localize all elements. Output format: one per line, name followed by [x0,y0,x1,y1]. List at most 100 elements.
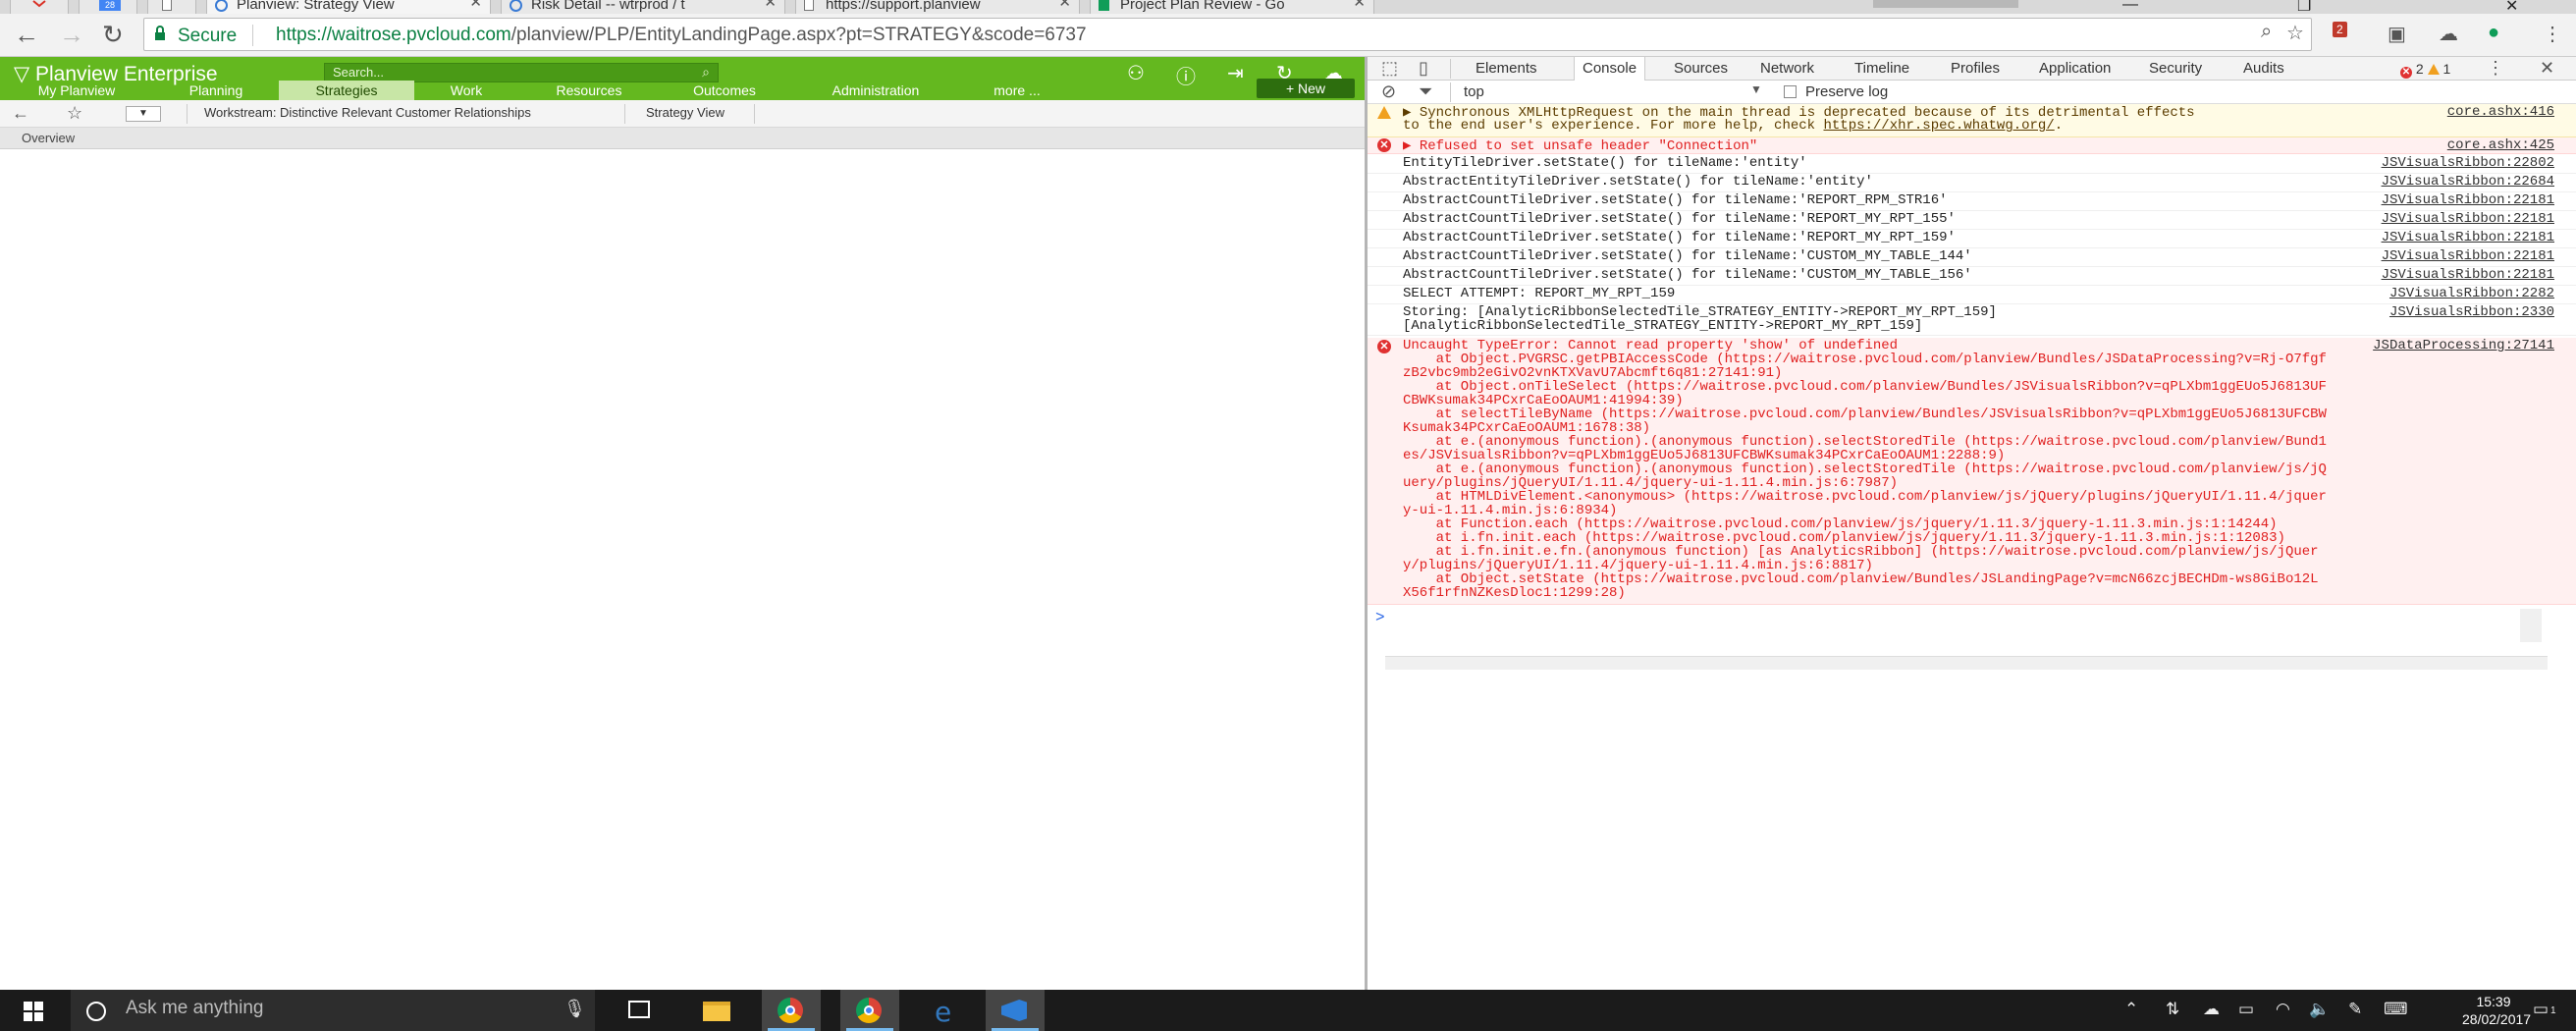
devtools-close-icon[interactable]: ✕ [2540,58,2554,79]
tab-network[interactable]: Network [1754,57,1820,81]
chrome-icon[interactable] [762,990,821,1031]
nav-my-planview[interactable]: My Planview [14,81,139,100]
url-text[interactable]: https://waitrose.pvcloud.com/planview/PL… [276,25,1087,46]
filter-icon[interactable]: ⏷ [1419,81,1432,102]
close-icon[interactable]: ✕ [1058,0,1071,10]
back-arrow-icon[interactable]: ← [12,103,29,124]
nav-more[interactable]: more ... [982,81,1052,100]
reload-icon[interactable]: ↻ [102,20,124,50]
omnibox[interactable]: Secure https://waitrose.pvcloud.com/plan… [143,18,2312,51]
search-input[interactable]: Search... ⌕ [324,63,719,82]
zoom-icon[interactable]: ⌕ [2261,21,2272,43]
message-source-link[interactable]: core.ashx:425 [2447,137,2554,153]
console-scrollbar[interactable] [2520,609,2542,642]
tab-project-plan[interactable]: Project Plan Review - Go ✕ [1090,0,1374,14]
chevron-down-icon[interactable]: ▼ [1750,82,1762,96]
battery-icon[interactable]: ▭ [2238,1000,2254,1019]
tab-console[interactable]: Console [1574,57,1646,81]
tab-profiles[interactable]: Profiles [1945,57,2006,81]
tab-audits[interactable]: Audits [2237,57,2290,81]
bookmark-star-icon[interactable]: ☆ [2286,21,2304,45]
show-hidden-icons-icon[interactable]: ⌃ [2124,1000,2138,1019]
clock[interactable]: 15:39 28/02/2017 [2462,993,2531,1028]
forward-icon[interactable]: → [59,20,84,50]
nav-administration[interactable]: Administration [817,81,935,100]
message-source-link[interactable]: JSVisualsRibbon:22181 [2382,267,2554,283]
file-explorer-icon[interactable] [687,990,746,1031]
message-source-link[interactable]: JSVisualsRibbon:22802 [2382,155,2554,171]
tab-planview-strategy[interactable]: Planview: Strategy View ✕ [206,0,491,14]
task-view-icon[interactable] [609,990,668,1031]
devtools-menu-icon[interactable]: ⋮ [2487,58,2504,79]
windows-taskbar: Ask me anything 🎙 e ⌃ ⇅ ☁ ▭ ◠ 🔈 ✎ ⌨ 15:3… [0,990,2576,1031]
tab-security[interactable]: Security [2143,57,2208,81]
new-button[interactable]: + New [1257,79,1355,98]
keyboard-icon[interactable]: ⌨ [2384,1000,2408,1019]
message-source-link[interactable]: JSVisualsRibbon:22181 [2382,230,2554,245]
tab-sources[interactable]: Sources [1668,57,1734,81]
omnibox-divider [252,25,253,46]
stack-line[interactable]: X56f1rfnNZKesDloc1:1299:28) [1403,585,1626,601]
tab-timeline[interactable]: Timeline [1849,57,1915,81]
extension-badge-icon[interactable]: 2 [2333,22,2347,37]
nav-outcomes[interactable]: Outcomes [673,81,776,100]
search-icon[interactable]: ⌕ [702,64,710,81]
message-source-link[interactable]: JSVisualsRibbon:2330 [2389,304,2554,320]
tab-elements[interactable]: Elements [1470,57,1543,81]
favorite-star-icon[interactable]: ☆ [67,103,82,124]
onedrive-icon[interactable]: ☁ [2203,1000,2220,1019]
message-source-link[interactable]: JSVisualsRibbon:22181 [2382,192,2554,208]
nav-work[interactable]: Work [432,81,501,100]
volume-icon[interactable]: 🔈 [2309,1000,2330,1019]
visual-studio-icon[interactable] [986,990,1045,1031]
clear-console-icon[interactable]: ⊘ [1381,81,1396,102]
profile-chip[interactable] [1873,0,2018,8]
chrome-canary-icon[interactable] [840,990,899,1031]
message-source-link[interactable]: JSVisualsRibbon:22684 [2382,174,2554,190]
message-source-link[interactable]: core.ashx:416 [2447,104,2554,120]
cloud-extension-icon[interactable]: ☁ [2439,22,2458,46]
minimize-icon[interactable]: — [2122,0,2138,14]
close-icon[interactable]: ✕ [1353,0,1366,10]
windows-start-icon[interactable] [24,1002,43,1021]
planview-header: ▽ Planview Enterprise Search... ⌕ ⚇ ⓘ ⇥ … [0,57,1365,100]
back-icon[interactable]: ← [14,20,39,50]
message-source-link[interactable]: JSVisualsRibbon:2282 [2389,286,2554,301]
tab-overview[interactable]: Overview [22,131,75,145]
network-adapter-icon[interactable]: ⇅ [2166,1000,2179,1019]
tab-gmail[interactable] [10,0,69,14]
tab-document[interactable] [147,0,196,14]
close-icon[interactable]: ✕ [469,0,482,10]
tab-application[interactable]: Application [2033,57,2117,81]
console-horizontal-scrollbar[interactable] [1385,656,2548,670]
chevron-down-icon[interactable]: ▼ [126,106,161,122]
chrome-menu-icon[interactable]: ⋮ [2543,22,2562,46]
message-source-link[interactable]: JSVisualsRibbon:22181 [2382,248,2554,264]
console-prompt[interactable]: > [1375,609,1385,626]
wifi-icon[interactable]: ◠ [2276,1000,2290,1019]
inspect-element-icon[interactable]: ⬚ [1381,58,1398,79]
device-toolbar-icon[interactable]: ▯ [1419,58,1428,79]
preserve-log-checkbox[interactable] [1784,85,1797,98]
close-icon[interactable]: ✕ [764,0,777,10]
message-link[interactable]: https://xhr.spec.whatwg.org/ [1823,118,2054,134]
nav-planning[interactable]: Planning [167,81,265,100]
error-warning-counter[interactable]: ✕ 2 1 [2400,61,2450,79]
extension-icon[interactable]: ▣ [2388,22,2406,46]
profile-extension-icon[interactable]: ● [2488,22,2499,44]
console-uncaught-error: ✕ Uncaught TypeError: Cannot read proper… [1368,338,2576,605]
message-source-link[interactable]: JSVisualsRibbon:22181 [2382,211,2554,227]
edge-icon[interactable]: e [917,990,976,1031]
nav-strategies[interactable]: Strategies [279,81,414,100]
notifications-icon[interactable]: ▭ [2533,1000,2549,1019]
context-selector[interactable]: top [1464,83,1484,100]
nav-resources[interactable]: Resources [536,81,642,100]
pen-icon[interactable]: ✎ [2348,1000,2362,1019]
strategy-view-label[interactable]: Strategy View [646,105,724,120]
tab-risk-detail[interactable]: Risk Detail -- wtrprod / t ✕ [501,0,785,14]
tab-calendar[interactable]: 28 [79,0,137,14]
tab-support[interactable]: https://support.planview ✕ [795,0,1080,14]
message-source-link[interactable]: JSDataProcessing:27141 [2373,338,2554,353]
cortana-search-box[interactable]: Ask me anything 🎙 [71,990,595,1031]
microphone-icon[interactable]: 🎙 [564,999,586,1019]
